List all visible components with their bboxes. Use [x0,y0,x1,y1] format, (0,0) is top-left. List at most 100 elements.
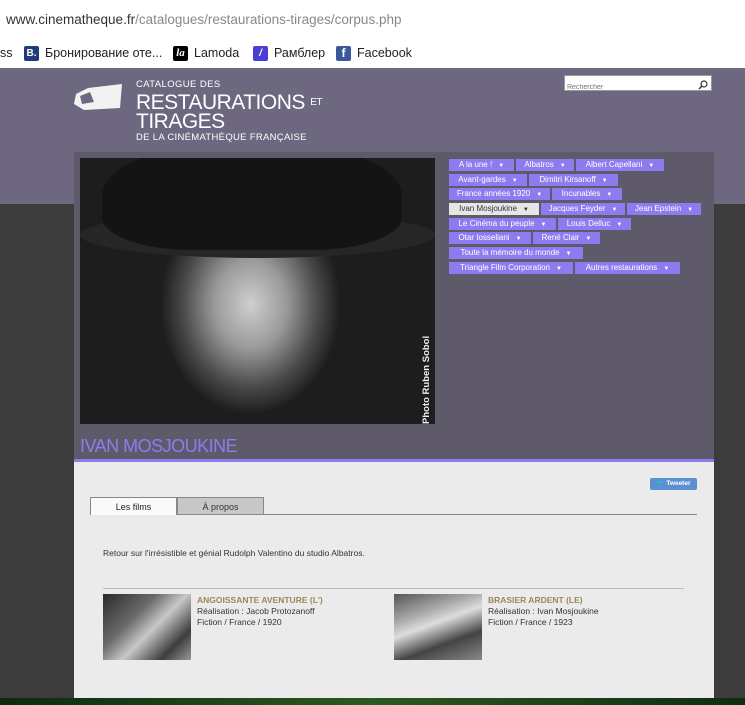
logo-line1: CATALOGUE DES [136,79,221,90]
chevron-down-icon: ▼ [648,163,655,169]
bookmark-booking[interactable]: B. Бронирование оте... [24,44,162,62]
menu-item-label: Jacques Feyder [548,204,606,213]
bottom-strip [0,698,745,705]
search-input[interactable] [565,80,697,95]
film-director: Réalisation : Jacob Protozanoff [197,606,315,616]
menu-item-toute-la-memoire-du-monde[interactable]: Toute la mémoire du monde ▼ [449,247,583,259]
menu-item-label: Albert Capellani [585,160,643,169]
menu-item-label: Jean Epstein [634,204,682,213]
tab-a-propos[interactable]: À propos [177,497,264,515]
menu-item-label: France années 1920 [456,189,531,198]
menu-item-label: Toute la mémoire du monde [460,248,560,257]
menu-item-label: René Clair [541,233,580,242]
film-title-link[interactable]: BRASIER ARDENT (LE) [488,595,599,606]
twitter-icon: 🐦 [656,480,665,487]
address-bar[interactable]: www.cinematheque.fr/catalogues/restaurat… [0,0,745,38]
menu-item-dimitri-kirsanoff[interactable]: Dimitri Kirsanoff ▼ [529,174,618,186]
logo-et: ET [310,96,323,108]
menu-item-label: A la une ! [458,160,493,169]
menu-item-incunables[interactable]: Incunables ▼ [552,188,622,200]
menu-item-jacques-feyder[interactable]: Jacques Feyder ▼ [541,203,625,215]
chevron-down-icon: ▼ [511,178,518,184]
film-thumbnail[interactable] [394,594,482,660]
chevron-down-icon: ▼ [616,222,623,228]
chevron-down-icon: ▼ [565,251,572,257]
menu-item-louis-delluc[interactable]: Louis Delluc ▼ [558,218,631,230]
search-box[interactable] [564,75,712,95]
page-title: IVAN MOSJOUKINE [80,436,238,456]
chevron-down-icon: ▼ [585,236,592,242]
menu-item-label: Otar Iosseliani [458,233,510,242]
tweet-button[interactable]: 🐦 Tweeter [650,478,697,490]
tab-les-films[interactable]: Les films [90,497,177,515]
photo-credit: Photo Ruben Sobol [421,335,432,424]
menu-item-ivan-mosjoukine[interactable]: Ivan Mosjoukine ▼ [449,203,539,215]
menu-item-a-la-une[interactable]: A la une ! ▼ [449,159,514,171]
rambler-icon: / [253,45,268,61]
film-list-divider [103,588,684,589]
menu-item-triangle-film-corporation[interactable]: Triangle Film Corporation ▼ [449,262,573,274]
film-title-link[interactable]: ANGOISSANTE AVENTURE (L') [197,595,323,606]
cinematheque-logo-icon[interactable] [74,82,124,117]
menu-item-label: Dimitri Kirsanoff [539,175,596,184]
film-item: BRASIER ARDENT (LE) Réalisation : Ivan M… [488,595,599,628]
menu-item-label: Triangle Film Corporation [460,263,550,272]
menu-item-otar-iosseliani[interactable]: Otar Iosseliani ▼ [449,232,531,244]
film-meta: Fiction / France / 1920 [197,617,282,627]
chevron-down-icon: ▼ [498,163,505,169]
film-thumbnail[interactable] [103,594,191,660]
bookmark-ss[interactable]: ss [0,44,13,62]
bookmark-lamoda[interactable]: la Lamoda [173,44,239,62]
facebook-icon: f [336,45,351,61]
film-item: ANGOISSANTE AVENTURE (L') Réalisation : … [197,595,323,628]
chevron-down-icon: ▼ [663,266,670,272]
bookmark-rambler[interactable]: / Рамблер [253,44,325,62]
lamoda-icon: la [173,45,188,61]
bookmark-label: Facebook [357,46,412,60]
bookmark-facebook[interactable]: f Facebook [336,44,412,62]
logo-line4: DE LA CINÉMATHÈQUE FRANÇAISE [136,131,307,143]
chevron-down-icon: ▼ [606,192,613,198]
chevron-down-icon: ▼ [687,207,694,213]
bookmark-label: Lamoda [194,46,240,60]
film-director: Réalisation : Ivan Mosjoukine [488,606,599,616]
logo-line3: TIRAGES [136,109,225,133]
menu-item-label: Ivan Mosjoukine [459,204,517,213]
menu-item-jean-epstein[interactable]: Jean Epstein ▼ [627,203,701,215]
menu-item-france-annees-1920[interactable]: France années 1920 ▼ [449,188,550,200]
tweet-label: Tweeter [666,480,691,487]
site-logo[interactable]: CATALOGUE DES RESTAURATIONS ET TIRAGES D… [136,79,323,143]
booking-icon: B. [24,45,39,61]
menu-item-label: Avant-gardes [458,175,506,184]
chevron-down-icon: ▼ [601,178,608,184]
bookmark-label: Бронирование оте... [45,46,163,60]
menu-item-autres-restaurations[interactable]: Autres restaurations ▼ [575,262,680,274]
chevron-down-icon: ▼ [522,207,529,213]
menu-item-label: Autres restaurations [585,263,658,272]
url-host: www.cinematheque.fr [6,12,136,27]
menu-item-label: Incunables [561,189,601,198]
menu-item-le-cinema-du-peuple[interactable]: Le Cinéma du peuple ▼ [449,218,556,230]
url-text[interactable]: www.cinematheque.fr/catalogues/restaurat… [6,12,401,27]
film-meta: Fiction / France / 1923 [488,617,573,627]
menu-item-label: Louis Delluc [566,219,611,228]
bookmarks-bar: ss B. Бронирование оте... la Lamoda / Ра… [0,38,745,68]
section-description: Retour sur l'irrésistible et génial Rudo… [103,548,365,558]
menu-item-albatros[interactable]: Albatros ▼ [516,159,574,171]
portrait-photo [80,158,435,424]
chevron-down-icon: ▼ [536,192,543,198]
search-icon[interactable] [698,77,708,95]
chevron-down-icon: ▼ [559,163,566,169]
url-path: /catalogues/restaurations-tirages/corpus… [135,12,402,27]
chevron-down-icon: ▼ [611,207,618,213]
menu-item-albert-capellani[interactable]: Albert Capellani ▼ [576,159,664,171]
bookmark-label: Рамблер [274,46,326,60]
menu-item-label: Albatros [524,160,554,169]
chevron-down-icon: ▼ [556,266,562,272]
menu-item-avant-gardes[interactable]: Avant-gardes ▼ [449,174,527,186]
hat-crown [102,158,402,250]
menu-item-rene-clair[interactable]: René Clair ▼ [533,232,600,244]
bookmark-label: ss [0,46,13,60]
menu-item-label: Le Cinéma du peuple [458,219,535,228]
chevron-down-icon: ▼ [540,222,547,228]
